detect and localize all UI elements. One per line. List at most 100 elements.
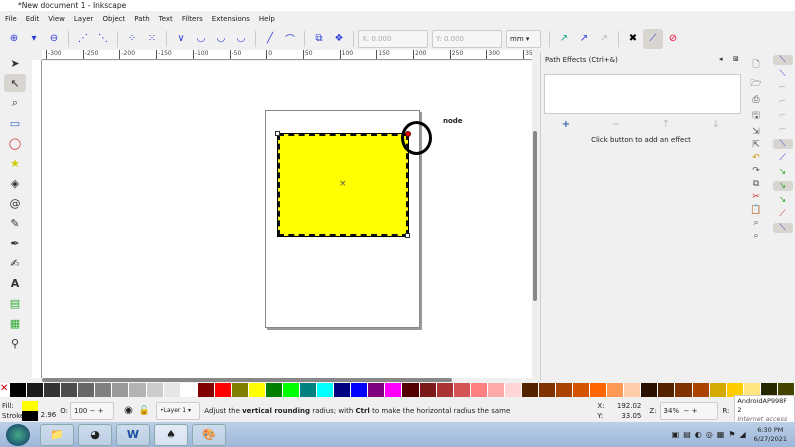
color-swatch[interactable] — [658, 383, 676, 397]
color-swatch[interactable] — [624, 383, 642, 397]
color-swatch[interactable] — [163, 383, 181, 397]
panel-collapse-icon[interactable]: ◂ — [719, 55, 723, 63]
tray-icon[interactable]: ◎ — [706, 430, 713, 439]
snap-centers-icon[interactable]: ⟍ — [772, 223, 793, 233]
ellipse-tool[interactable]: ◯ — [4, 134, 26, 152]
zoom-selection-icon[interactable]: ⌕ — [753, 218, 758, 228]
color-swatch[interactable] — [78, 383, 96, 397]
menu-object[interactable]: Object — [102, 15, 125, 23]
join-nodes-button[interactable]: ⋰ — [73, 29, 93, 49]
calligraphy-tool[interactable]: ✍ — [4, 254, 26, 272]
snap-smooth-icon[interactable]: ↘ — [779, 195, 787, 205]
color-swatch[interactable] — [351, 383, 369, 397]
snap-cusp-icon[interactable]: ↘ — [772, 181, 793, 191]
menu-help[interactable]: Help — [259, 15, 275, 23]
copy-icon[interactable]: ⧉ — [753, 179, 759, 189]
color-swatch[interactable] — [10, 383, 28, 397]
cusp-node-button[interactable]: ∨ — [171, 29, 191, 49]
snap-bbox-edges-icon[interactable]: ⌐ — [779, 83, 787, 93]
color-swatch[interactable] — [317, 383, 335, 397]
layer-select[interactable]: • Layer 1 ▾ — [156, 401, 201, 420]
cut-icon[interactable]: ✂ — [752, 192, 760, 202]
tray-icon[interactable]: ▦ — [717, 430, 725, 439]
snap-bbox-corners-icon[interactable]: ⌐ — [779, 97, 787, 107]
redo-icon[interactable]: ↷ — [752, 166, 760, 176]
color-swatch[interactable] — [436, 383, 454, 397]
clippath-button[interactable]: ↗ — [574, 29, 594, 49]
stroke-swatch[interactable] — [22, 410, 38, 421]
insert-node-button[interactable]: ⊕ — [4, 29, 24, 49]
chrome-taskbar-icon[interactable]: ◕ — [78, 423, 112, 446]
corner-handle[interactable] — [275, 131, 280, 136]
color-swatch[interactable] — [385, 383, 403, 397]
color-swatch[interactable] — [197, 383, 215, 397]
snap-bbox-mid-icon[interactable]: ⌐ — [779, 111, 787, 121]
vertical-scrollbar[interactable] — [532, 61, 538, 378]
color-swatch[interactable] — [402, 383, 420, 397]
corner-handle[interactable] — [405, 233, 410, 238]
color-swatch[interactable] — [453, 383, 471, 397]
color-swatch[interactable] — [487, 383, 505, 397]
color-swatch[interactable] — [27, 383, 45, 397]
paste-icon[interactable]: 📋 — [750, 205, 761, 215]
color-swatch[interactable] — [641, 383, 659, 397]
symmetric-node-button[interactable]: ◡ — [211, 29, 231, 49]
color-swatch[interactable] — [95, 383, 113, 397]
snap-midpoints-icon[interactable]: ⟋ — [779, 209, 785, 219]
inkscape-taskbar-icon[interactable]: ♠ — [154, 423, 188, 446]
snap-nodes-icon[interactable]: ⟍ — [772, 139, 793, 149]
color-swatch[interactable] — [248, 383, 266, 397]
color-swatch[interactable] — [300, 383, 318, 397]
no-paint-swatch[interactable]: ✕ — [0, 383, 10, 397]
smooth-node-button[interactable]: ◡ — [191, 29, 211, 49]
menu-path[interactable]: Path — [134, 15, 149, 23]
fill-swatch[interactable] — [22, 400, 38, 411]
color-swatch[interactable] — [538, 383, 556, 397]
star-tool[interactable]: ★ — [4, 154, 26, 172]
color-swatch[interactable] — [368, 383, 386, 397]
text-tool[interactable]: A — [4, 274, 26, 292]
line-segment-button[interactable]: ╱ — [260, 29, 280, 49]
export-icon[interactable]: ⇱ — [752, 140, 760, 150]
color-swatch[interactable] — [573, 383, 591, 397]
word-taskbar-icon[interactable]: W — [116, 423, 150, 446]
color-swatch[interactable] — [675, 383, 693, 397]
menu-layer[interactable]: Layer — [74, 15, 94, 23]
menu-extensions[interactable]: Extensions — [212, 15, 250, 23]
show-handles-button[interactable]: ⟋ — [643, 28, 663, 49]
menu-filters[interactable]: Filters — [182, 15, 203, 23]
unit-select[interactable]: mm ▾ — [506, 29, 541, 48]
menu-file[interactable]: File — [5, 15, 17, 23]
delete-segment-button[interactable]: ⁙ — [142, 29, 162, 49]
color-swatch[interactable] — [214, 383, 232, 397]
zoom-field[interactable]: 34% − + — [659, 401, 719, 420]
curve-segment-button[interactable]: ⌒ — [280, 29, 300, 49]
print-icon[interactable]: ⎙ — [752, 95, 759, 105]
dropper-tool[interactable]: ⚲ — [4, 334, 26, 352]
zoom-tool[interactable]: ⌕ — [4, 94, 26, 112]
zoom-drawing-icon[interactable]: ⌕ — [753, 231, 758, 241]
color-swatch[interactable] — [334, 383, 352, 397]
move-down-button[interactable]: ↓ — [712, 119, 720, 130]
mask-button[interactable]: ↗ — [594, 29, 614, 49]
color-swatch[interactable] — [61, 383, 79, 397]
move-up-button[interactable]: ↑ — [662, 119, 670, 130]
layer-visibility-icon[interactable]: ◉ — [124, 405, 133, 416]
signal-icon[interactable]: ◢ — [740, 430, 746, 439]
snap-bbox-center-icon[interactable]: ⌐ — [779, 125, 787, 135]
snap-bbox-icon[interactable]: ⟍ — [779, 69, 785, 79]
stroke-to-path-button[interactable]: ❖ — [329, 29, 349, 49]
flag-icon[interactable]: ⚑ — [728, 430, 735, 439]
color-swatch[interactable] — [504, 383, 522, 397]
menu-edit[interactable]: Edit — [26, 15, 40, 23]
snap-toggle-icon[interactable]: ⟍ — [772, 55, 793, 65]
color-swatch[interactable] — [419, 383, 437, 397]
start-button[interactable] — [6, 423, 30, 446]
remove-effect-button[interactable]: − — [612, 119, 620, 130]
gradient-tool[interactable]: ▤ — [4, 294, 26, 312]
undo-icon[interactable]: ↶ — [752, 153, 760, 163]
node-tool[interactable]: ↖ — [4, 74, 26, 92]
color-swatch[interactable] — [231, 383, 249, 397]
explorer-taskbar-icon[interactable]: 📁 — [40, 423, 74, 446]
tray-icon[interactable]: ▣ — [672, 430, 680, 439]
